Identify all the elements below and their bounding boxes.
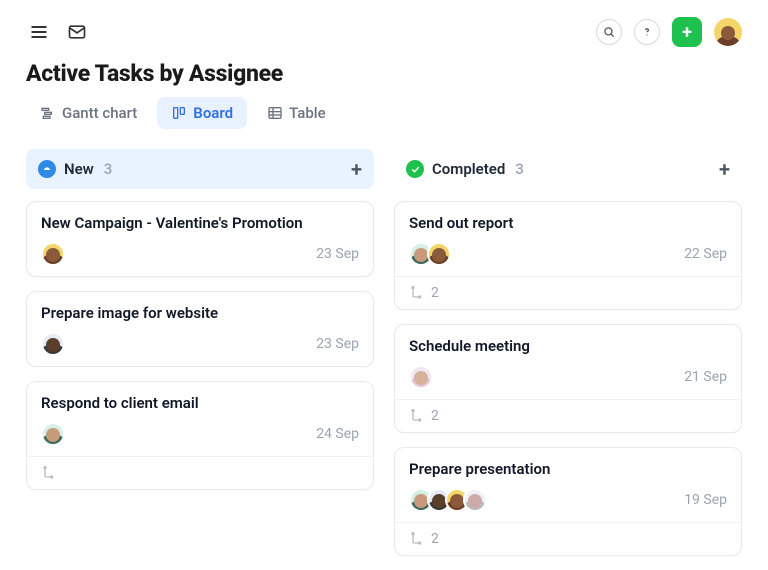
column-completed: Completed 3 + Send out report 22 Sep [394, 149, 742, 570]
tab-board[interactable]: Board [157, 97, 247, 129]
card[interactable]: Prepare image for website 23 Sep [26, 291, 374, 367]
card[interactable]: Respond to client email 24 Sep [26, 381, 374, 490]
card-title: Send out report [409, 214, 727, 232]
status-completed-icon [406, 160, 424, 178]
card[interactable]: New Campaign - Valentine's Promotion 23 … [26, 201, 374, 277]
card-date: 23 Sep [316, 246, 359, 262]
status-new-icon [38, 160, 56, 178]
card-footer [27, 456, 373, 489]
card[interactable]: Prepare presentation 19 Sep 2 [394, 447, 742, 556]
subtasks-count: 2 [431, 285, 439, 301]
card-footer: 2 [395, 399, 741, 432]
card-date: 21 Sep [684, 369, 727, 385]
column-completed-name: Completed [432, 160, 505, 178]
help-icon[interactable] [634, 19, 660, 45]
card-title: Schedule meeting [409, 337, 727, 355]
column-completed-add-button[interactable]: + [719, 159, 730, 179]
tab-gantt[interactable]: Gantt chart [26, 97, 151, 129]
avatar [41, 422, 65, 446]
card-footer: 2 [395, 276, 741, 309]
subtasks-icon [409, 408, 425, 424]
card-assignees [41, 332, 59, 356]
subtasks-icon [409, 531, 425, 547]
card-assignees [41, 242, 59, 266]
top-bar: + [26, 18, 742, 46]
column-header-new[interactable]: New 3 + [26, 149, 374, 189]
card[interactable]: Send out report 22 Sep 2 [394, 201, 742, 310]
avatar [409, 365, 433, 389]
column-new-count: 3 [104, 160, 113, 178]
card-title: New Campaign - Valentine's Promotion [41, 214, 359, 232]
current-user-avatar[interactable] [714, 18, 742, 46]
avatar [463, 488, 487, 512]
column-new-add-button[interactable]: + [351, 159, 362, 179]
avatar [41, 332, 65, 356]
search-icon[interactable] [596, 19, 622, 45]
card-date: 19 Sep [684, 492, 727, 508]
card-title: Prepare presentation [409, 460, 727, 478]
menu-icon[interactable] [26, 19, 52, 45]
card-title: Respond to client email [41, 394, 359, 412]
column-new: New 3 + New Campaign - Valentine's Promo… [26, 149, 374, 570]
column-new-name: New [64, 160, 94, 178]
card-footer: 2 [395, 522, 741, 555]
card-date: 24 Sep [316, 426, 359, 442]
add-button[interactable]: + [672, 17, 702, 47]
tab-table-label: Table [289, 104, 326, 122]
card-title: Prepare image for website [41, 304, 359, 322]
card[interactable]: Schedule meeting 21 Sep 2 [394, 324, 742, 433]
subtasks-icon [409, 285, 425, 301]
page-title: Active Tasks by Assignee [26, 60, 742, 87]
inbox-icon[interactable] [64, 19, 90, 45]
subtasks-icon [41, 465, 57, 481]
subtasks-count: 2 [431, 408, 439, 424]
card-assignees [409, 488, 481, 512]
subtasks-count: 2 [431, 531, 439, 547]
card-assignees [409, 365, 427, 389]
tab-table[interactable]: Table [253, 97, 340, 129]
column-completed-count: 3 [515, 160, 524, 178]
board: New 3 + New Campaign - Valentine's Promo… [26, 149, 742, 570]
view-tabs: Gantt chart Board Table [26, 97, 742, 129]
avatar [41, 242, 65, 266]
card-date: 22 Sep [684, 246, 727, 262]
avatar [427, 242, 451, 266]
column-header-completed[interactable]: Completed 3 + [394, 149, 742, 189]
tab-board-label: Board [193, 104, 233, 122]
card-assignees [41, 422, 59, 446]
card-assignees [409, 242, 445, 266]
card-date: 23 Sep [316, 336, 359, 352]
tab-gantt-label: Gantt chart [62, 104, 137, 122]
